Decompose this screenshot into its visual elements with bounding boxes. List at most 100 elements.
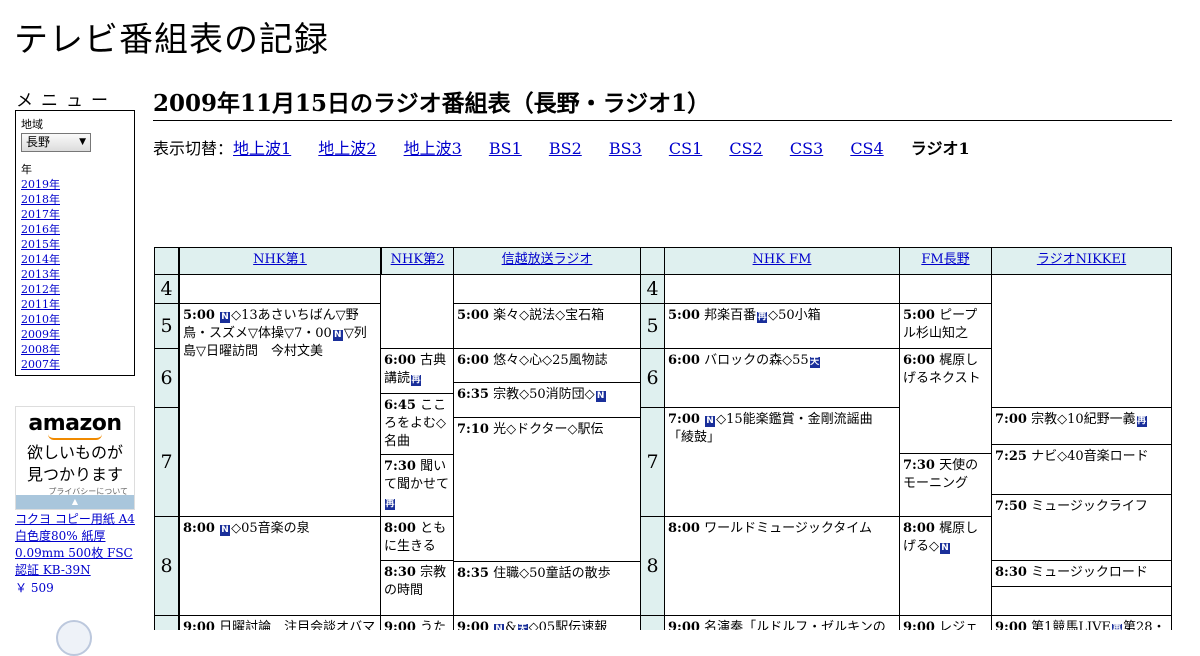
amazon-ad-banner[interactable]: amazon 欲しいものが 見つかります プライバシーについて ▲: [15, 406, 135, 510]
program-cell[interactable]: 6:00 梶原しげるネクスト: [899, 348, 992, 454]
year-link-2007[interactable]: 2007年: [21, 358, 60, 371]
channel-header-nhk1[interactable]: NHK第1: [179, 247, 381, 275]
program-cell-empty: [664, 274, 900, 304]
hour-label-4: 4: [154, 274, 179, 304]
program-time: 5:00: [903, 308, 935, 323]
year-link-2015[interactable]: 2015年: [21, 238, 60, 251]
program-title: 住職◇50童話の散歩: [493, 566, 611, 581]
channel-link-nhkfm[interactable]: NHK FM: [753, 252, 812, 267]
year-link-2009[interactable]: 2009年: [21, 328, 60, 341]
year-link-2011[interactable]: 2011年: [21, 298, 60, 311]
program-cell[interactable]: 7:30 聞いて聞かせて再: [380, 454, 454, 517]
program-cell[interactable]: 8:00 梶原しげる◇ N: [899, 516, 992, 616]
hour-label-7: 7: [154, 407, 179, 517]
program-cell[interactable]: 8:30 ミュージックロード: [991, 560, 1172, 587]
program-cell[interactable]: 9:00 第1競馬LIVE再第28・00: [991, 615, 1172, 630]
program-title: 宗教◇50消防団◇: [493, 387, 595, 402]
program-cell[interactable]: 5:00 N ◇13あさいちばん▽野鳥・スズメ▽体操▽7・00 N ▽列島▽日曜訪問 …: [179, 303, 381, 517]
year-link-2008[interactable]: 2008年: [21, 343, 60, 356]
program-time: 7:50: [995, 499, 1027, 514]
program-cell[interactable]: 7:50 ミュージックライフ: [991, 494, 1172, 561]
program-time: 7:00: [668, 412, 700, 427]
switch-link-cs3[interactable]: CS3: [790, 139, 823, 158]
channel-header-nhkfm[interactable]: NHK FM: [664, 247, 900, 275]
program-time: 7:10: [457, 422, 489, 437]
program-cell[interactable]: 7:10 光◇ドクター◇駅伝: [453, 417, 641, 562]
ad-product-link[interactable]: コクヨ コピー用紙 A4 白色度80% 紙厚 0.09mm 500枚 FSC認証…: [15, 511, 137, 579]
program-time: 5:00: [457, 308, 489, 323]
channel-link-nhk1[interactable]: NHK第1: [253, 252, 307, 267]
switch-link-terrestrial2[interactable]: 地上波2: [318, 139, 376, 158]
program-cell[interactable]: 8:00 N ◇05音楽の泉: [179, 516, 381, 616]
program-cell[interactable]: 6:00 古典講読再: [380, 348, 454, 394]
program-cell[interactable]: 9:00 N &天 ◇05駅伝速報: [453, 615, 641, 630]
news-icon: N: [494, 624, 505, 630]
program-cell[interactable]: 9:00 名演奏「ルドルフ・ゼルキンの至: [664, 615, 900, 630]
program-cell[interactable]: 9:00 レジェン: [899, 615, 992, 630]
region-label: 地域: [21, 118, 43, 131]
hour-label-9-mid: [640, 615, 665, 630]
program-cell[interactable]: 8:30 宗教の時間: [380, 560, 454, 616]
program-title: ◇50小箱: [768, 308, 821, 323]
channel-link-radionikkei[interactable]: ラジオNIKKEI: [1037, 252, 1126, 267]
program-time: 9:00: [668, 620, 700, 630]
program-cell[interactable]: 6:45 こころをよむ◇名曲: [380, 393, 454, 455]
year-link-2013[interactable]: 2013年: [21, 268, 60, 281]
hour-label-8: 8: [154, 516, 179, 616]
program-cell[interactable]: 5:00 ピープル杉山知之: [899, 303, 992, 349]
switch-link-bs3[interactable]: BS3: [609, 139, 642, 158]
chevron-up-icon[interactable]: ▲: [16, 495, 134, 509]
year-link-2016[interactable]: 2016年: [21, 223, 60, 236]
year-link-2017[interactable]: 2017年: [21, 208, 60, 221]
program-cell[interactable]: 8:00 ともに生きる: [380, 516, 454, 561]
switch-link-cs2[interactable]: CS2: [729, 139, 762, 158]
switch-link-bs1[interactable]: BS1: [489, 139, 522, 158]
year-label: 年: [21, 163, 32, 176]
channel-header-nhk2[interactable]: NHK第2: [381, 247, 454, 275]
weather-icon: 天: [517, 624, 528, 630]
program-cell-empty: [899, 274, 992, 304]
program-title: ◇05駅伝速報: [528, 620, 608, 630]
program-cell[interactable]: 8:35 住職◇50童話の散歩: [453, 561, 641, 616]
program-cell[interactable]: 9:00 日曜討論 注目会談オバマ: [179, 615, 381, 630]
region-select[interactable]: 長野 ▼: [21, 133, 91, 152]
program-cell[interactable]: 9:00 うた: [380, 615, 454, 630]
program-cell[interactable]: 5:00 邦楽百番再 ◇50小箱: [664, 303, 900, 349]
channel-link-sbc[interactable]: 信越放送ラジオ: [502, 252, 593, 267]
year-link-2010[interactable]: 2010年: [21, 313, 60, 326]
channel-link-nhk2[interactable]: NHK第2: [391, 252, 445, 267]
program-title: 宗教◇10紀野一義: [1031, 412, 1136, 427]
schedule-table: NHK第1 NHK第2 信越放送ラジオ NHK FM FM長野 ラジオNIKKE…: [154, 247, 1172, 630]
program-cell[interactable]: 6:35 宗教◇50消防団◇ N: [453, 382, 641, 418]
program-title: 第1競馬LIVE: [1031, 620, 1111, 630]
channel-header-fmnagano[interactable]: FM長野: [899, 247, 992, 275]
switch-link-terrestrial3[interactable]: 地上波3: [404, 139, 462, 158]
year-link-2019[interactable]: 2019年: [21, 178, 60, 191]
product-thumbnail[interactable]: [56, 620, 92, 656]
switch-link-terrestrial1[interactable]: 地上波1: [233, 139, 291, 158]
program-cell[interactable]: 7:00 N ◇15能楽鑑賞・金剛流謡曲「綾鼓」: [664, 407, 900, 517]
program-cell[interactable]: 7:00 宗教◇10紀野一義再: [991, 407, 1172, 445]
display-switch-bar: 表示切替：地上波1 地上波2 地上波3 BS1 BS2 BS3 CS1 CS2 …: [153, 135, 992, 159]
program-cell[interactable]: 8:00 ワールドミュージックタイム: [664, 516, 900, 616]
program-time: 8:00: [903, 521, 935, 536]
switch-link-cs1[interactable]: CS1: [669, 139, 702, 158]
program-cell-empty: [380, 274, 454, 349]
channel-header-sbc[interactable]: 信越放送ラジオ: [453, 247, 641, 275]
program-cell[interactable]: 6:00 悠々◇心◇25風物誌: [453, 348, 641, 383]
ad-copy-line2: 見つかります: [26, 465, 123, 484]
switch-link-bs2[interactable]: BS2: [549, 139, 582, 158]
program-cell[interactable]: 7:25 ナビ◇40音楽ロード: [991, 444, 1172, 495]
year-link-2012[interactable]: 2012年: [21, 283, 60, 296]
year-link-2014[interactable]: 2014年: [21, 253, 60, 266]
program-time: 8:00: [384, 521, 416, 536]
program-cell[interactable]: 5:00 楽々◇説法◇宝石箱: [453, 303, 641, 349]
program-cell[interactable]: 6:00 バロックの森◇55天: [664, 348, 900, 408]
channel-link-fmnagano[interactable]: FM長野: [921, 252, 969, 267]
switch-link-cs4[interactable]: CS4: [850, 139, 883, 158]
program-title: ◇05音楽の泉: [231, 521, 310, 536]
program-cell[interactable]: 7:30 天使のモーニング: [899, 453, 992, 517]
channel-header-radionikkei[interactable]: ラジオNIKKEI: [991, 247, 1172, 275]
hour-label-4-mid: 4: [640, 274, 665, 304]
year-link-2018[interactable]: 2018年: [21, 193, 60, 206]
